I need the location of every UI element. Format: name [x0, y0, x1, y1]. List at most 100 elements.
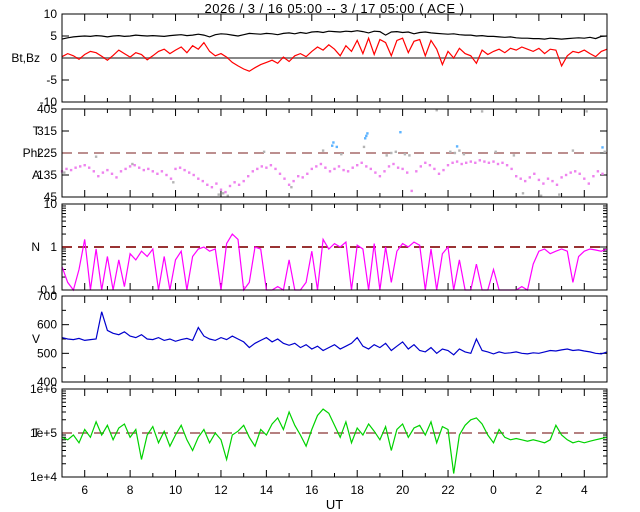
scatter-point — [415, 170, 417, 172]
scatter-point — [404, 153, 406, 155]
scatter-point — [336, 146, 338, 148]
scatter-point — [340, 153, 342, 155]
scatter-point — [102, 171, 104, 173]
panel-t: 1e+61e+51e+4T — [30, 382, 607, 484]
scatter-point — [365, 135, 367, 137]
scatter-point — [495, 151, 497, 153]
scatter-point — [342, 169, 344, 171]
scatter-point — [63, 171, 65, 173]
y-tick-label: 600 — [37, 318, 57, 332]
scatter-point — [392, 163, 394, 165]
scatter-point — [583, 178, 585, 180]
scatter-point — [513, 154, 515, 156]
scatter-point — [131, 163, 133, 165]
y-tick-label: 0 — [50, 51, 57, 65]
series-t-line — [62, 409, 607, 473]
scatter-point — [270, 164, 272, 166]
scatter-point — [461, 163, 463, 165]
scatter-point — [211, 186, 213, 188]
series-v-line — [62, 312, 607, 355]
scatter-point — [347, 170, 349, 172]
panel-n: 1010.1N — [31, 197, 607, 297]
scatter-point — [188, 171, 190, 173]
scatter-point — [134, 164, 136, 166]
scatter-point — [93, 170, 95, 172]
scatter-point — [388, 165, 390, 167]
scatter-point — [356, 164, 358, 166]
scatter-point — [488, 162, 490, 164]
scatter-point — [438, 173, 440, 175]
scatter-point — [520, 178, 522, 180]
series-bt-line — [62, 31, 607, 39]
scatter-point — [115, 176, 117, 178]
scatter-point — [501, 162, 503, 164]
x-tick-label: 8 — [127, 483, 134, 497]
y-tick-label: 225 — [37, 146, 57, 160]
scatter-point — [152, 170, 154, 172]
solar-wind-chart-svg: 1050-5-10Bt,Bz40531522513545TPhiA1010.1N… — [0, 0, 640, 512]
scatter-point — [442, 169, 444, 171]
scatter-point — [95, 156, 97, 158]
y-tick-label: 135 — [37, 168, 57, 182]
panel-phi: 40531522513545TPhiA — [23, 102, 607, 204]
scatter-point — [465, 162, 467, 164]
scatter-point — [533, 173, 535, 175]
y-tick-label: 700 — [37, 289, 57, 303]
scatter-point — [474, 162, 476, 164]
scatter-point — [279, 173, 281, 175]
panel-ylabel-phi: Phi — [23, 146, 40, 160]
scatter-point — [597, 170, 599, 172]
scatter-point — [261, 165, 263, 167]
y-tick-label: 315 — [37, 124, 57, 138]
y-tick-label: -5 — [46, 73, 57, 87]
scatter-point — [229, 185, 231, 187]
scatter-point — [429, 164, 431, 166]
scatter-point — [290, 186, 292, 188]
scatter-point — [97, 175, 99, 177]
scatter-point — [331, 145, 333, 147]
scatter-point — [106, 169, 108, 171]
scatter-point — [408, 154, 410, 156]
scatter-point — [401, 168, 403, 170]
scatter-point — [556, 184, 558, 186]
scatter-point — [522, 192, 524, 194]
scatter-point — [238, 184, 240, 186]
scatter-point — [329, 170, 331, 172]
scatter-point — [288, 184, 290, 186]
scatter-point — [492, 160, 494, 162]
panel-ylabel-t: T — [33, 426, 41, 440]
scatter-point — [551, 180, 553, 182]
scatter-point — [395, 151, 397, 153]
scatter-point — [243, 180, 245, 182]
scatter-point — [383, 170, 385, 172]
scatter-point — [224, 191, 226, 193]
scatter-point — [456, 160, 458, 162]
scatter-point — [588, 182, 590, 184]
scatter-point — [283, 178, 285, 180]
scatter-point — [411, 190, 413, 192]
panel-ylabel-t: T — [33, 124, 41, 138]
scatter-point — [420, 165, 422, 167]
scatter-point — [379, 175, 381, 177]
y-tick-label: 1e+4 — [30, 470, 57, 484]
scatter-point — [172, 181, 174, 183]
scatter-point — [370, 168, 372, 170]
x-tick-label: 20 — [396, 483, 410, 497]
scatter-point — [322, 149, 324, 151]
scatter-point — [601, 146, 603, 148]
scatter-point — [88, 167, 90, 169]
scatter-point — [366, 132, 368, 134]
scatter-point — [179, 167, 181, 169]
scatter-point — [338, 165, 340, 167]
scatter-point — [406, 171, 408, 173]
scatter-point — [263, 151, 265, 153]
panel-bt-bz: 1050-5-10Bt,Bz — [11, 7, 607, 109]
series-bz-line — [62, 38, 607, 71]
panel-ylabel-n: N — [31, 240, 40, 254]
scatter-point — [74, 167, 76, 169]
x-tick-label: 16 — [305, 483, 319, 497]
panel-ylabel-btbz: Bt,Bz — [11, 51, 40, 65]
y-tick-label: 5 — [50, 29, 57, 43]
scatter-point — [449, 151, 451, 153]
scatter-point — [193, 174, 195, 176]
